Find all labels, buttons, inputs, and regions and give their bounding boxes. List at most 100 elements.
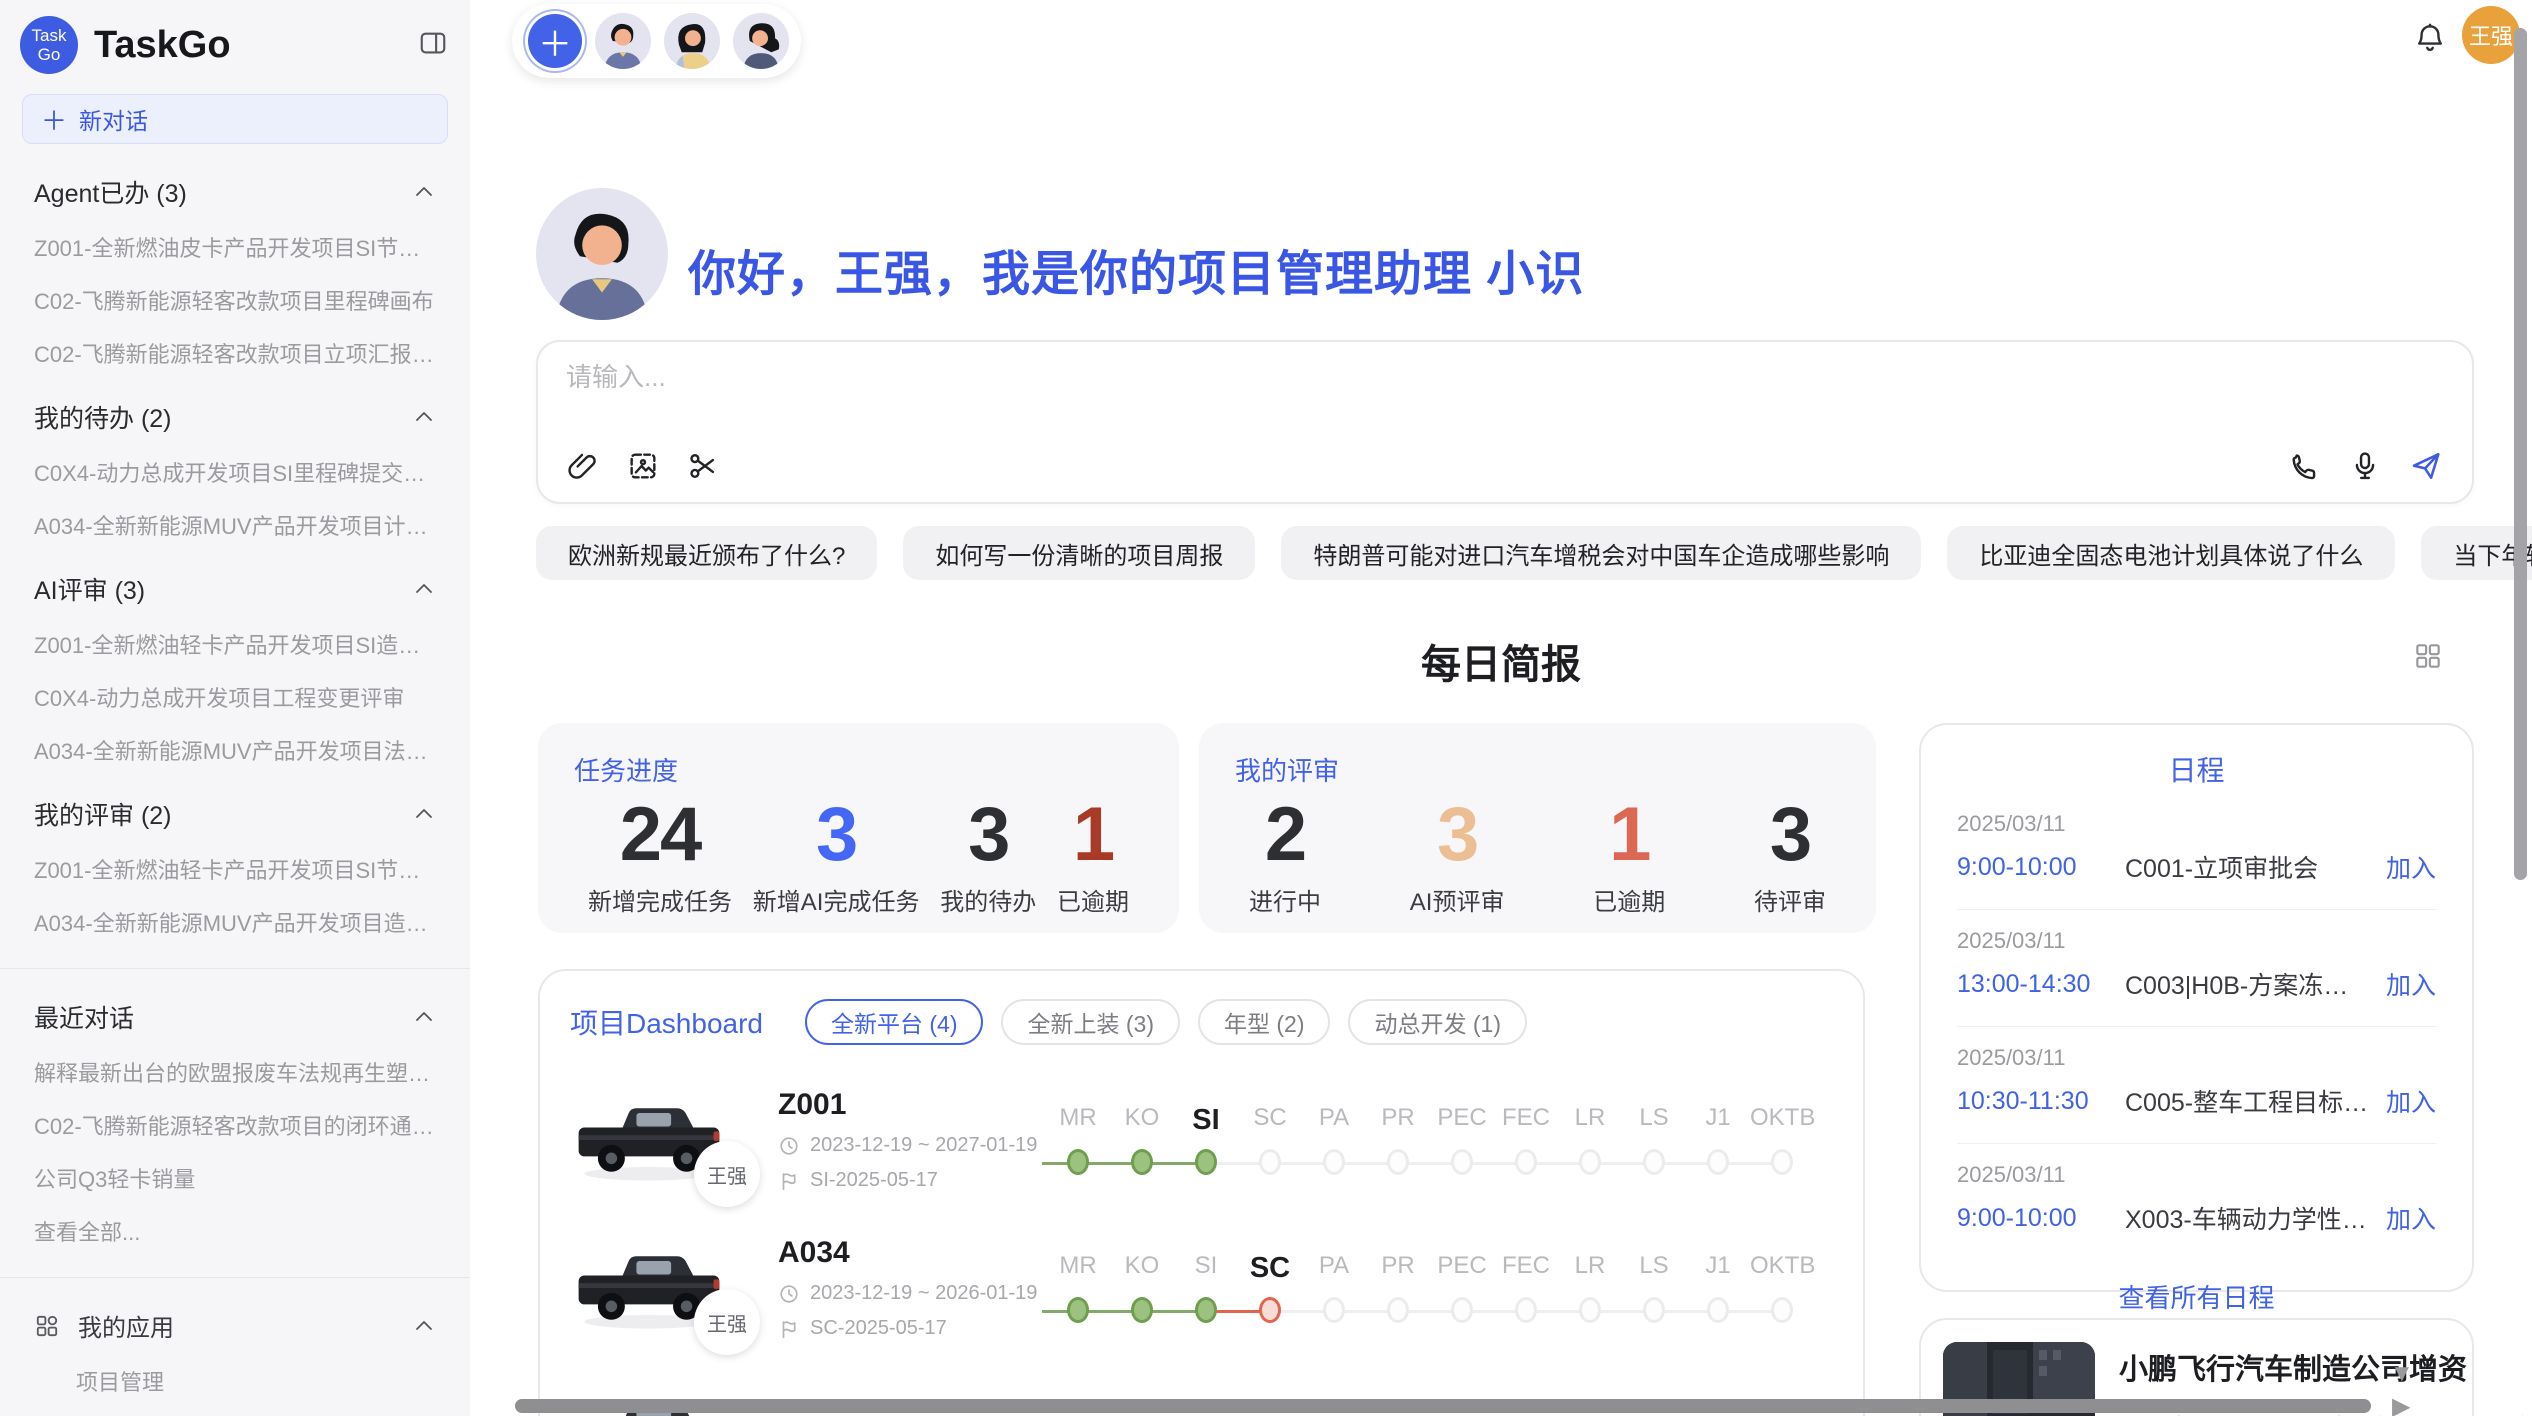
milestone-label: MR: [1046, 1252, 1110, 1280]
suggestion-chip[interactable]: 欧洲新规最近颁布了什么?: [536, 526, 877, 580]
sidebar-item-my-apps[interactable]: 我的应用: [34, 1308, 436, 1343]
image-upload-icon[interactable]: [626, 449, 660, 483]
stat-value: 3: [1754, 792, 1826, 878]
milestone-dot-col: [1238, 1149, 1302, 1177]
scroll-right-arrow[interactable]: ▶: [2392, 1395, 2410, 1416]
project-row: 王强Z0012023-12-19 ~ 2027-01-19SI-2025-05-…: [570, 1087, 1833, 1193]
milestone-label-col: J1: [1686, 1104, 1750, 1137]
project-flag-label: SI-2025-05-17: [810, 1169, 938, 1192]
scroll-down-arrow[interactable]: ▼: [2390, 1362, 2414, 1386]
sidebar-item[interactable]: 解释最新出台的欧盟报废车法规再生塑料比例被调至15%...: [34, 1056, 436, 1088]
layout-grid-icon[interactable]: [2412, 640, 2444, 677]
milestone-dot-col: [1494, 1149, 1558, 1177]
clock-icon: [778, 1283, 800, 1305]
sidebar-item[interactable]: Z001-全新燃油皮卡产品开发项目SI节点Lesson Learn报告: [34, 231, 436, 263]
stat-item: 3新增AI完成任务: [753, 792, 920, 917]
schedule-date: 2025/03/11: [1957, 928, 2436, 954]
new-chat-button[interactable]: ＋ 新对话: [22, 94, 448, 144]
stat-item: 3AI预评审: [1410, 792, 1505, 917]
collapse-sidebar-icon[interactable]: [418, 28, 448, 63]
sidebar-item[interactable]: C02-飞腾新能源轻客改款项目的闭环通告反馈情况: [34, 1109, 436, 1141]
apps-grid-icon: [34, 1313, 60, 1339]
milestone-label: LS: [1622, 1104, 1686, 1132]
dashboard-filter-chip[interactable]: 全新平台 (4): [805, 999, 984, 1045]
milestone-dot-col: [1558, 1149, 1622, 1177]
add-agent-button[interactable]: ＋: [528, 14, 582, 68]
voice-call-icon[interactable]: [2288, 449, 2322, 483]
milestone-dot-col: [1174, 1149, 1238, 1177]
stat-item: 24新增完成任务: [588, 792, 732, 917]
milestone-label: OKTB: [1750, 1252, 1814, 1280]
suggestion-chip[interactable]: 特朗普可能对进口汽车增税会对中国车企造成哪些影响: [1281, 526, 1921, 580]
new-chat-label: 新对话: [79, 102, 148, 136]
sidebar-item[interactable]: C02-飞腾新能源轻客改款项目立项汇报方案: [34, 337, 436, 369]
sidebar-section-header[interactable]: 我的评审 (2): [34, 796, 436, 832]
sidebar-item[interactable]: 公司Q3轻卡销量: [34, 1162, 436, 1194]
user-avatar[interactable]: 王强: [2462, 6, 2520, 64]
sidebar-item[interactable]: C02-飞腾新能源轻客改款项目里程碑画布: [34, 284, 436, 316]
milestone-label-col: KO: [1110, 1104, 1174, 1137]
stat-item: 1已逾期: [1057, 792, 1129, 917]
sidebar-item[interactable]: Z001-全新燃油轻卡产品开发项目SI造型提交物评审: [34, 628, 436, 660]
owner-badge: 王强: [694, 1141, 760, 1207]
sidebar-item[interactable]: C0X4-动力总成开发项目SI里程碑提交物检查: [34, 456, 436, 488]
chevron-up-icon: [412, 180, 436, 204]
sidebar-section-header[interactable]: Agent已办 (3): [34, 174, 436, 210]
sidebar-item[interactable]: A034-全新新能源MUV产品开发项目计划变更表编写: [34, 509, 436, 541]
milestone-dot: [1579, 1149, 1601, 1175]
milestone-dot-col: [1558, 1297, 1622, 1325]
milestone-dot-col: [1430, 1149, 1494, 1177]
sidebar-item[interactable]: A034-全新新能源MUV产品开发项目法规符合性评审: [34, 734, 436, 766]
join-meeting-link[interactable]: 加入: [2386, 849, 2436, 885]
agent-avatar[interactable]: [733, 13, 789, 69]
notifications-bell-icon[interactable]: [2412, 20, 2448, 61]
schedule-item: 2025/03/119:00-10:00X003-车辆动力学性能验...加入: [1957, 1144, 2436, 1260]
attachment-icon[interactable]: [566, 449, 600, 483]
suggestion-chip[interactable]: 比亚迪全固态电池计划具体说了什么: [1947, 526, 2395, 580]
schedule-event-name: C005-整车工程目标评审: [2125, 1083, 2372, 1119]
sidebar-section-header[interactable]: AI评审 (3): [34, 571, 436, 607]
milestone-dot: [1643, 1297, 1665, 1323]
milestone-label-col: PR: [1366, 1104, 1430, 1137]
join-meeting-link[interactable]: 加入: [2386, 1200, 2436, 1236]
stat-value: 24: [588, 792, 732, 878]
milestone-label-col: FEC: [1494, 1104, 1558, 1137]
sidebar-sub-item[interactable]: 项目管理: [76, 1365, 436, 1397]
project-date-range: 2023-12-19 ~ 2027-01-19: [810, 1134, 1037, 1157]
dashboard-filter-chip[interactable]: 全新上装 (3): [1001, 999, 1180, 1045]
send-icon[interactable]: [2408, 448, 2444, 484]
milestone-label-col: J1: [1686, 1252, 1750, 1285]
microphone-icon[interactable]: [2348, 449, 2382, 483]
dashboard-filter-chip[interactable]: 年型 (2): [1198, 999, 1331, 1045]
milestone-dot-col: [1622, 1149, 1686, 1177]
milestone-label: SI: [1174, 1104, 1238, 1137]
sidebar-item[interactable]: Z001-全新燃油轻卡产品开发项目SI节点属性5D文件评审: [34, 853, 436, 885]
milestone-dot-col: [1430, 1297, 1494, 1325]
horizontal-scrollbar[interactable]: [515, 1399, 2371, 1413]
dashboard-filter-chip[interactable]: 动总开发 (1): [1348, 999, 1527, 1045]
stat-value: 1: [1057, 792, 1129, 878]
join-meeting-link[interactable]: 加入: [2386, 966, 2436, 1002]
schedule-row: 9:00-10:00C001-立项审批会加入: [1957, 849, 2436, 885]
agent-avatar[interactable]: [595, 13, 651, 69]
milestone-label: PR: [1366, 1252, 1430, 1280]
chat-input[interactable]: [566, 362, 2444, 393]
sidebar-section-header[interactable]: 我的待办 (2): [34, 399, 436, 435]
agent-avatar[interactable]: [664, 13, 720, 69]
milestone-label: PEC: [1430, 1104, 1494, 1132]
sidebar-item[interactable]: 查看全部...: [34, 1215, 436, 1247]
join-meeting-link[interactable]: 加入: [2386, 1083, 2436, 1119]
milestone-labels: MRKOSISCPAPRPECFECLRLSJ1OKTB: [1046, 1104, 1833, 1137]
owner-badge: 王强: [694, 1289, 760, 1355]
vertical-scrollbar[interactable]: [2514, 28, 2527, 880]
schedule-date: 2025/03/11: [1957, 1045, 2436, 1071]
screenshot-scissors-icon[interactable]: [686, 449, 720, 483]
suggestion-chip[interactable]: 如何写一份清晰的项目周报: [903, 526, 1255, 580]
sidebar-section-header[interactable]: 最近对话: [34, 999, 436, 1035]
milestone-dot-col: [1238, 1297, 1302, 1325]
sidebar-section-label: 最近对话: [34, 999, 134, 1035]
sidebar-item[interactable]: C0X4-动力总成开发项目工程变更评审: [34, 681, 436, 713]
sidebar-item[interactable]: A034-全新新能源MUV产品开发项目造型可行性评审: [34, 906, 436, 938]
milestone-label: FEC: [1494, 1252, 1558, 1280]
view-all-schedule-link[interactable]: 查看所有日程: [1957, 1278, 2436, 1315]
